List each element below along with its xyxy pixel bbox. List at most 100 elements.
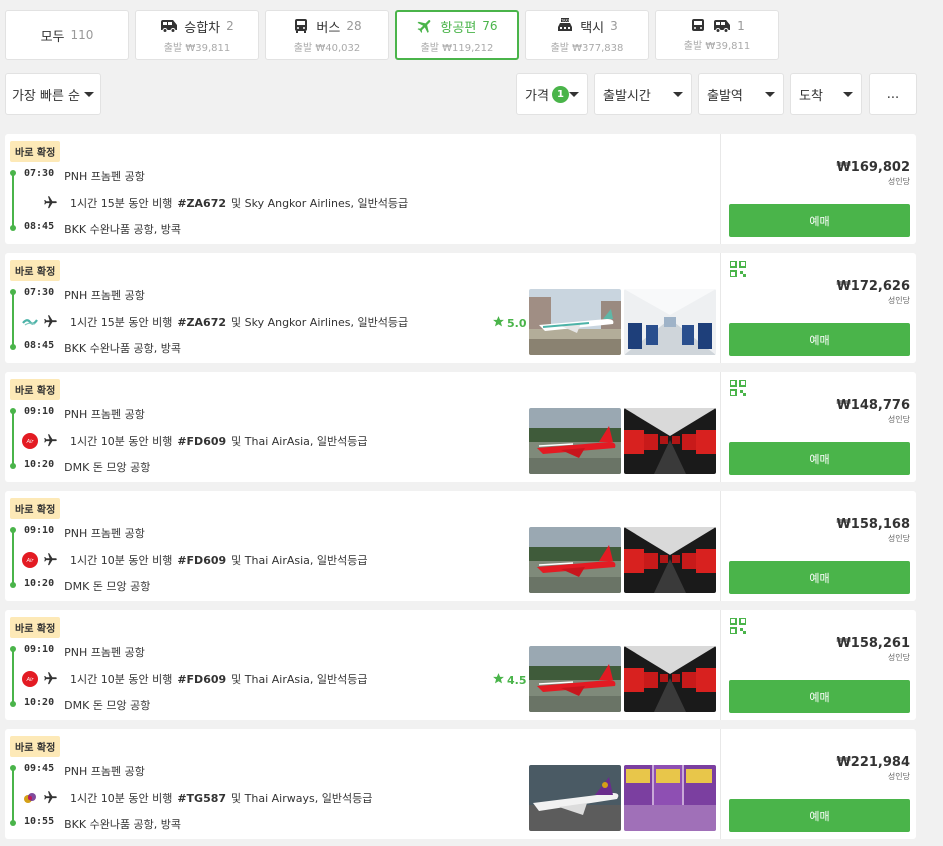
flight-card[interactable]: 바로 확정 07:30 PNH 프놈펜 공항 1시간 15분 동안 비행 #ZA…	[5, 134, 916, 244]
carrier-class: 및 Sky Angkor Airlines, 일반석등급	[231, 197, 409, 210]
aircraft-photo[interactable]	[529, 646, 621, 712]
arrival-row: 10:20 DMK 돈 므앙 공항	[24, 697, 150, 713]
price-filter[interactable]: 가격 1	[516, 73, 588, 115]
departure-row: 07:30 PNH 프놈펜 공항	[24, 168, 145, 184]
aircraft-photo[interactable]	[529, 765, 621, 831]
departure-dot	[10, 646, 16, 652]
flight-card[interactable]: 바로 확정 09:10 PNH 프놈펜 공항 Air 1시간 10분 동안 비행…	[5, 610, 916, 720]
aircraft-photo[interactable]	[529, 527, 621, 593]
star-icon	[492, 672, 505, 688]
qr-code-icon	[729, 260, 747, 278]
flight-details: 바로 확정 07:30 PNH 프놈펜 공항 1시간 15분 동안 비행 #ZA…	[5, 253, 721, 363]
tab-count: 76	[482, 19, 498, 33]
tab-label: 항공편	[440, 20, 477, 36]
tab-label: 택시	[580, 20, 605, 36]
airline-logo-icon: Air	[22, 671, 38, 687]
airline-logo-icon	[22, 790, 38, 806]
cabin-photo[interactable]	[624, 408, 716, 474]
rating: 5.0	[492, 315, 527, 331]
tab-price: 출발 ₩39,811	[163, 42, 231, 54]
price-unit: 성인당	[887, 653, 910, 662]
tab-all[interactable]: 모두 110	[5, 10, 129, 60]
flight-duration: 1시간 15분 동안 비행	[70, 197, 173, 210]
chevron-down-icon	[843, 91, 853, 97]
price: ₩148,776	[836, 398, 910, 413]
flight-duration: 1시간 15분 동안 비행	[70, 316, 173, 329]
departure-time-filter[interactable]: 출발시간	[594, 73, 692, 115]
tab-price: 출발 ₩40,032	[293, 42, 361, 54]
tab-price: 출발 ₩377,838	[550, 42, 624, 54]
arrival-filter[interactable]: 도착	[790, 73, 862, 115]
flight-details: 바로 확정 07:30 PNH 프놈펜 공항 1시간 15분 동안 비행 #ZA…	[5, 134, 721, 244]
transport-tabs: 모두 110 승합차 2 출발 ₩39,811 버스 28 출발 ₩40,032 항공…	[5, 10, 779, 60]
qr-code-icon	[729, 379, 747, 397]
rating-value: 4.5	[507, 673, 527, 687]
tab-label: 버스	[316, 20, 341, 36]
arrival-dot	[10, 225, 16, 231]
book-button[interactable]: 예매	[729, 204, 910, 237]
book-button[interactable]: 예매	[729, 561, 910, 594]
tab-label: 모두	[40, 29, 65, 45]
instant-confirm-badge: 바로 확정	[10, 260, 61, 281]
departure-station-filter[interactable]: 출발역	[698, 73, 784, 115]
airplane-icon	[416, 18, 434, 34]
tab-count: 28	[346, 19, 362, 33]
tab-taxi[interactable]: TAXI 택시 3 출발 ₩377,838	[525, 10, 649, 60]
book-button[interactable]: 예매	[729, 323, 910, 356]
arrival-time: 08:45	[24, 221, 55, 232]
flight-number: #FD609	[177, 672, 227, 686]
cabin-photo[interactable]	[624, 765, 716, 831]
book-button[interactable]: 예매	[729, 799, 910, 832]
airplane-icon	[43, 790, 59, 806]
flight-card[interactable]: 바로 확정 09:10 PNH 프놈펜 공항 Air 1시간 10분 동안 비행…	[5, 372, 916, 482]
book-button[interactable]: 예매	[729, 680, 910, 713]
departure-place: PNH 프놈펜 공항	[64, 646, 145, 659]
flight-number: #FD609	[177, 434, 227, 448]
cabin-photo[interactable]	[624, 527, 716, 593]
aircraft-photo[interactable]	[529, 408, 621, 474]
van-icon	[713, 18, 731, 34]
arrival-place: BKK 수완나품 공항, 방콕	[64, 223, 182, 236]
aircraft-photo[interactable]	[529, 289, 621, 355]
flight-info-row: Air 1시간 10분 동안 비행 #FD609 및 Thai AirAsia,…	[22, 552, 368, 568]
book-button[interactable]: 예매	[729, 442, 910, 475]
chevron-down-icon	[673, 91, 683, 97]
filter-label: 출발역	[707, 88, 743, 104]
tab-count: 2	[226, 19, 234, 33]
tab-van[interactable]: 승합차 2 출발 ₩39,811	[135, 10, 259, 60]
arrival-dot	[10, 344, 16, 350]
instant-confirm-badge: 바로 확정	[10, 736, 61, 757]
tab-flight[interactable]: 항공편 76 출발 ₩119,212	[395, 10, 519, 60]
departure-place: PNH 프놈펜 공항	[64, 408, 145, 421]
departure-row: 07:30 PNH 프놈펜 공항	[24, 287, 145, 303]
flight-info-row: 1시간 15분 동안 비행 #ZA672 및 Sky Angkor Airlin…	[22, 314, 408, 330]
flight-info-row: 1시간 10분 동안 비행 #TG587 및 Thai Airways, 일반석…	[22, 790, 372, 806]
departure-time: 09:10	[24, 644, 55, 655]
cabin-photo[interactable]	[624, 289, 716, 355]
price: ₩172,626	[836, 279, 910, 294]
flight-card[interactable]: 바로 확정 07:30 PNH 프놈펜 공항 1시간 15분 동안 비행 #ZA…	[5, 253, 916, 363]
tab-bus[interactable]: 버스 28 출발 ₩40,032	[265, 10, 389, 60]
cabin-photo[interactable]	[624, 646, 716, 712]
arrival-row: 08:45 BKK 수완나품 공항, 방콕	[24, 221, 181, 237]
chevron-down-icon	[569, 91, 579, 97]
flight-card[interactable]: 바로 확정 09:45 PNH 프놈펜 공항 1시간 10분 동안 비행 #TG…	[5, 729, 916, 839]
departure-row: 09:10 PNH 프놈펜 공항	[24, 525, 145, 541]
bus-icon	[292, 18, 310, 34]
departure-row: 09:10 PNH 프놈펜 공항	[24, 406, 145, 422]
arrival-time: 10:20	[24, 697, 55, 708]
price: ₩158,261	[836, 636, 910, 651]
price-panel: ₩148,776 성인당 예매	[721, 372, 916, 482]
route-line	[12, 291, 14, 347]
arrival-row: 08:45 BKK 수완나품 공항, 방콕	[24, 340, 181, 356]
departure-dot	[10, 408, 16, 414]
arrival-dot	[10, 463, 16, 469]
sort-dropdown[interactable]: 가장 빠른 순	[5, 73, 101, 115]
tab-price: 출발 ₩119,212	[420, 42, 494, 54]
flight-card[interactable]: 바로 확정 09:10 PNH 프놈펜 공항 Air 1시간 10분 동안 비행…	[5, 491, 916, 601]
arrival-place: DMK 돈 므앙 공항	[64, 580, 151, 593]
tab-bus-van[interactable]: 1 출발 ₩39,811	[655, 10, 779, 60]
filter-label: 도착	[799, 88, 823, 104]
flight-details: 바로 확정 09:10 PNH 프놈펜 공항 Air 1시간 10분 동안 비행…	[5, 372, 721, 482]
more-filters-button[interactable]: ...	[869, 73, 917, 115]
